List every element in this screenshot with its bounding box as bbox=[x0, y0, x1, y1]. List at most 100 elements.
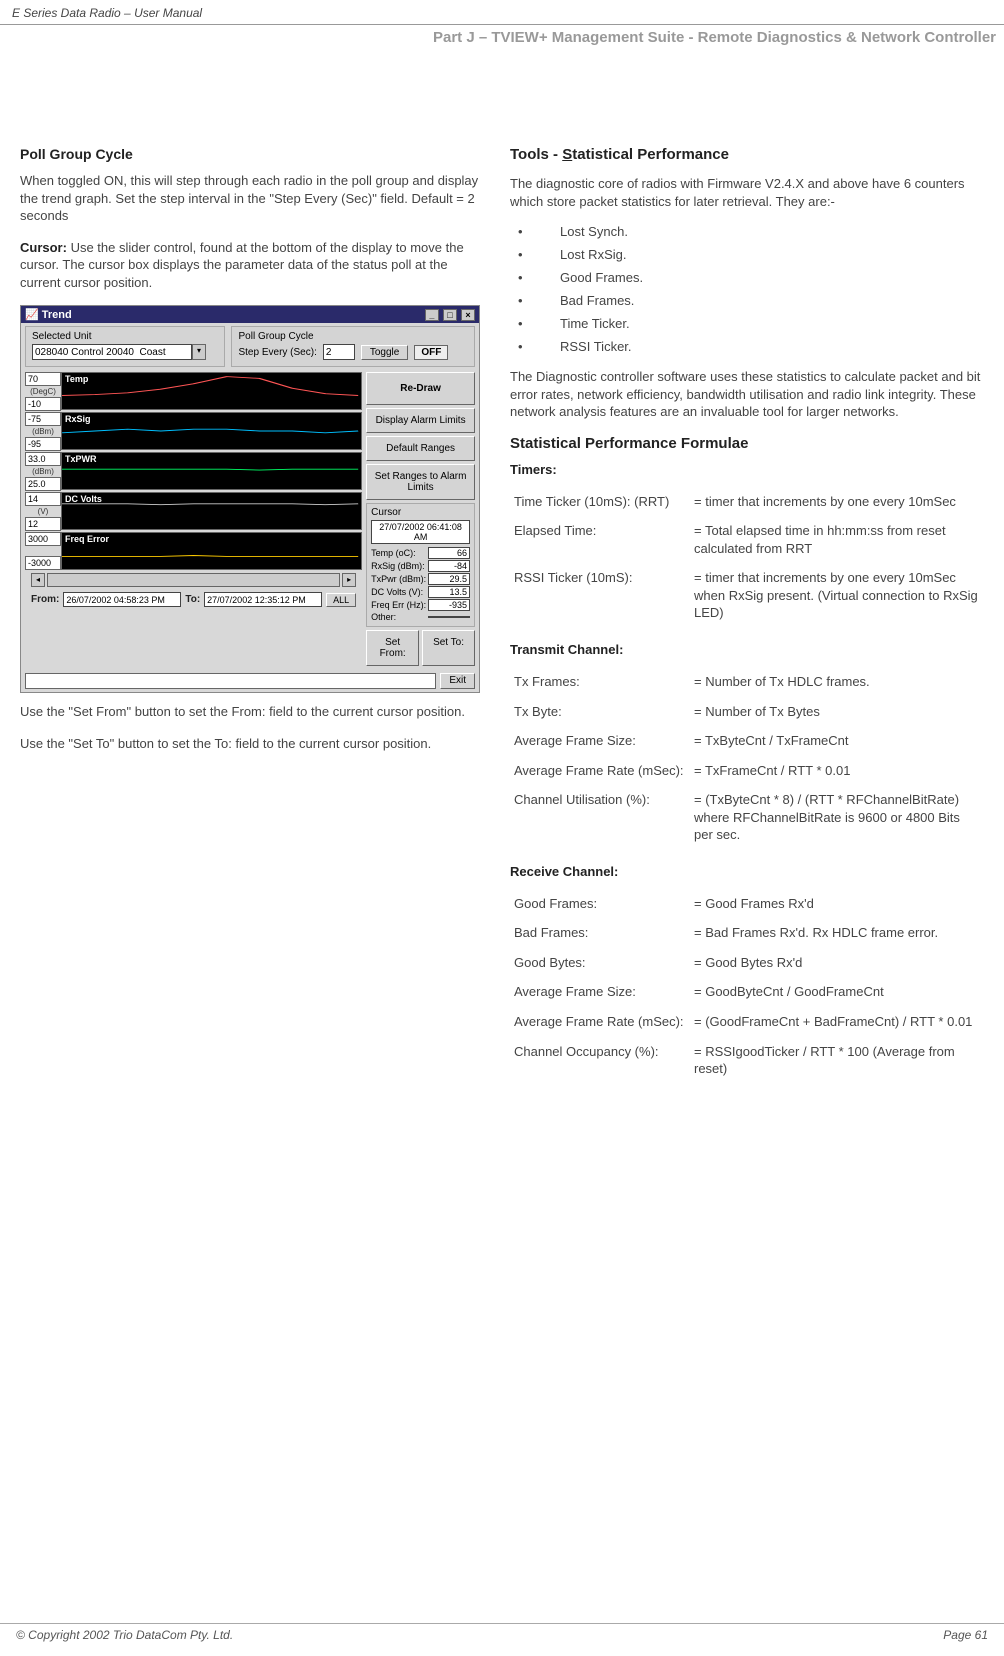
rx-table: Good Frames:= Good Frames Rx'd Bad Frame… bbox=[510, 889, 984, 1084]
poll-group-cycle-text: When toggled ON, this will step through … bbox=[20, 172, 480, 225]
tools-heading-pre: Tools - bbox=[510, 146, 562, 163]
part-title: Part J – TVIEW+ Management Suite - Remot… bbox=[0, 25, 1004, 46]
cursor-legend: Cursor bbox=[371, 507, 470, 518]
cursor-other-value bbox=[428, 616, 470, 618]
cursor-other-label: Other: bbox=[371, 612, 396, 622]
tools-explain-text: The Diagnostic controller software uses … bbox=[510, 368, 984, 421]
table-cell: Tx Frames: bbox=[510, 667, 690, 697]
cursor-rxsig-value: -84 bbox=[428, 560, 470, 572]
table-cell: = (TxByteCnt * 8) / (RTT * RFChannelBitR… bbox=[690, 785, 984, 850]
set-to-text: Use the "Set To" button to set the To: f… bbox=[20, 735, 480, 753]
cursor-temp-value: 66 bbox=[428, 547, 470, 559]
display-alarm-limits-button[interactable]: Display Alarm Limits bbox=[366, 408, 475, 433]
step-every-input[interactable] bbox=[323, 344, 355, 360]
step-every-label: Step Every (Sec): bbox=[238, 347, 316, 358]
table-cell: = Good Bytes Rx'd bbox=[690, 948, 984, 978]
tx-lo: 25.0 bbox=[25, 477, 61, 491]
dc-hi: 14 bbox=[25, 492, 61, 506]
table-cell: = RSSIgoodTicker / RTT * 100 (Average fr… bbox=[690, 1037, 984, 1084]
minimize-icon[interactable]: _ bbox=[425, 309, 439, 321]
temp-lo: -10 bbox=[25, 397, 61, 411]
chevron-down-icon[interactable]: ▾ bbox=[192, 344, 206, 360]
table-cell: = Total elapsed time in hh:mm:ss from re… bbox=[690, 516, 984, 563]
set-from-text: Use the "Set From" button to set the Fro… bbox=[20, 703, 480, 721]
timers-table: Time Ticker (10mS): (RRT)= timer that in… bbox=[510, 487, 984, 628]
table-cell: Good Frames: bbox=[510, 889, 690, 919]
slider-track[interactable] bbox=[47, 573, 340, 587]
set-ranges-alarm-button[interactable]: Set Ranges to Alarm Limits bbox=[366, 464, 475, 500]
temp-unit: (DegC) bbox=[25, 386, 61, 397]
set-to-button[interactable]: Set To: bbox=[422, 630, 475, 666]
selected-unit-fieldset: Selected Unit ▾ bbox=[25, 326, 225, 367]
table-cell: = GoodByteCnt / GoodFrameCnt bbox=[690, 977, 984, 1007]
cursor-rxsig-label: RxSig (dBm): bbox=[371, 561, 425, 571]
tools-intro-text: The diagnostic core of radios with Firmw… bbox=[510, 175, 984, 210]
toggle-state: OFF bbox=[414, 345, 448, 360]
table-cell: Channel Occupancy (%): bbox=[510, 1037, 690, 1084]
slider-left-icon[interactable]: ◂ bbox=[31, 573, 45, 587]
content: Poll Group Cycle When toggled ON, this w… bbox=[0, 46, 1004, 1118]
table-cell: Tx Byte: bbox=[510, 697, 690, 727]
table-cell: Bad Frames: bbox=[510, 918, 690, 948]
selected-unit-combo[interactable] bbox=[32, 344, 192, 360]
exit-button[interactable]: Exit bbox=[440, 673, 475, 689]
table-cell: Average Frame Rate (mSec): bbox=[510, 1007, 690, 1037]
table-cell: = Bad Frames Rx'd. Rx HDLC frame error. bbox=[690, 918, 984, 948]
tx-table: Tx Frames:= Number of Tx HDLC frames. Tx… bbox=[510, 667, 984, 850]
table-cell: = (GoodFrameCnt + BadFrameCnt) / RTT * 0… bbox=[690, 1007, 984, 1037]
table-cell: = TxFrameCnt / RTT * 0.01 bbox=[690, 756, 984, 786]
selected-unit-legend: Selected Unit bbox=[32, 331, 218, 342]
cursor-txpwr-label: TxPwr (dBm): bbox=[371, 574, 426, 584]
table-cell: = Number of Tx HDLC frames. bbox=[690, 667, 984, 697]
cursor-freqerr-value: -935 bbox=[428, 599, 470, 611]
redraw-button[interactable]: Re-Draw bbox=[366, 372, 475, 405]
trend-titlebar[interactable]: 📈 Trend _ □ × bbox=[21, 306, 479, 323]
to-input[interactable] bbox=[204, 592, 322, 607]
toggle-button[interactable]: Toggle bbox=[361, 345, 408, 360]
cursor-slider[interactable]: ◂ ▸ bbox=[25, 571, 362, 589]
left-column: Poll Group Cycle When toggled ON, this w… bbox=[20, 146, 480, 1098]
chart-temp: 70 (DegC) -10 Temp bbox=[25, 372, 362, 411]
slider-right-icon[interactable]: ▸ bbox=[342, 573, 356, 587]
all-button[interactable]: ALL bbox=[326, 593, 356, 607]
table-cell: Average Frame Size: bbox=[510, 726, 690, 756]
poll-group-cycle-fieldset: Poll Group Cycle Step Every (Sec): Toggl… bbox=[231, 326, 475, 367]
from-input[interactable] bbox=[63, 592, 181, 607]
table-cell: Average Frame Rate (mSec): bbox=[510, 756, 690, 786]
table-cell: Good Bytes: bbox=[510, 948, 690, 978]
table-cell: = Good Frames Rx'd bbox=[690, 889, 984, 919]
timers-heading: Timers: bbox=[510, 462, 984, 477]
cursor-text: Use the slider control, found at the bot… bbox=[20, 240, 464, 290]
maximize-icon[interactable]: □ bbox=[443, 309, 457, 321]
rx-channel-heading: Receive Channel: bbox=[510, 864, 984, 879]
table-cell: Elapsed Time: bbox=[510, 516, 690, 563]
tools-heading-rest: tatistical Performance bbox=[572, 146, 729, 163]
rx-lo: -95 bbox=[25, 437, 61, 451]
cursor-dcvolts-label: DC Volts (V): bbox=[371, 587, 423, 597]
page-footer: © Copyright 2002 Trio DataCom Pty. Ltd. … bbox=[0, 1623, 1004, 1642]
table-cell: = Number of Tx Bytes bbox=[690, 697, 984, 727]
chart-rxsig: -75 (dBm) -95 RxSig bbox=[25, 412, 362, 451]
trend-title: Trend bbox=[42, 309, 72, 321]
rx-hi: -75 bbox=[25, 412, 61, 426]
cursor-freqerr-label: Freq Err (Hz): bbox=[371, 600, 426, 610]
status-bar bbox=[25, 673, 436, 689]
set-from-button[interactable]: Set From: bbox=[366, 630, 419, 666]
chart-dcvolts: 14 (V) 12 DC Volts bbox=[25, 492, 362, 531]
right-column: Tools - Statistical Performance The diag… bbox=[510, 146, 984, 1098]
tools-heading: Tools - Statistical Performance bbox=[510, 146, 984, 163]
cursor-dcvolts-value: 13.5 bbox=[428, 586, 470, 598]
counters-list: Lost Synch. Lost RxSig. Good Frames. Bad… bbox=[510, 224, 984, 354]
dc-lo: 12 bbox=[25, 517, 61, 531]
tx-hi: 33.0 bbox=[25, 452, 61, 466]
default-ranges-button[interactable]: Default Ranges bbox=[366, 436, 475, 461]
close-icon[interactable]: × bbox=[461, 309, 475, 321]
formulae-heading: Statistical Performance Formulae bbox=[510, 435, 984, 452]
page-header: E Series Data Radio – User Manual bbox=[0, 0, 1004, 25]
cursor-fieldset: Cursor 27/07/2002 06:41:08 AM Temp (oC):… bbox=[366, 503, 475, 627]
table-cell: Time Ticker (10mS): (RRT) bbox=[510, 487, 690, 517]
freq-lo: -3000 bbox=[25, 556, 61, 570]
from-label: From: bbox=[31, 594, 59, 605]
list-item: RSSI Ticker. bbox=[510, 339, 984, 354]
trend-title-icon: 📈 Trend bbox=[25, 308, 72, 321]
